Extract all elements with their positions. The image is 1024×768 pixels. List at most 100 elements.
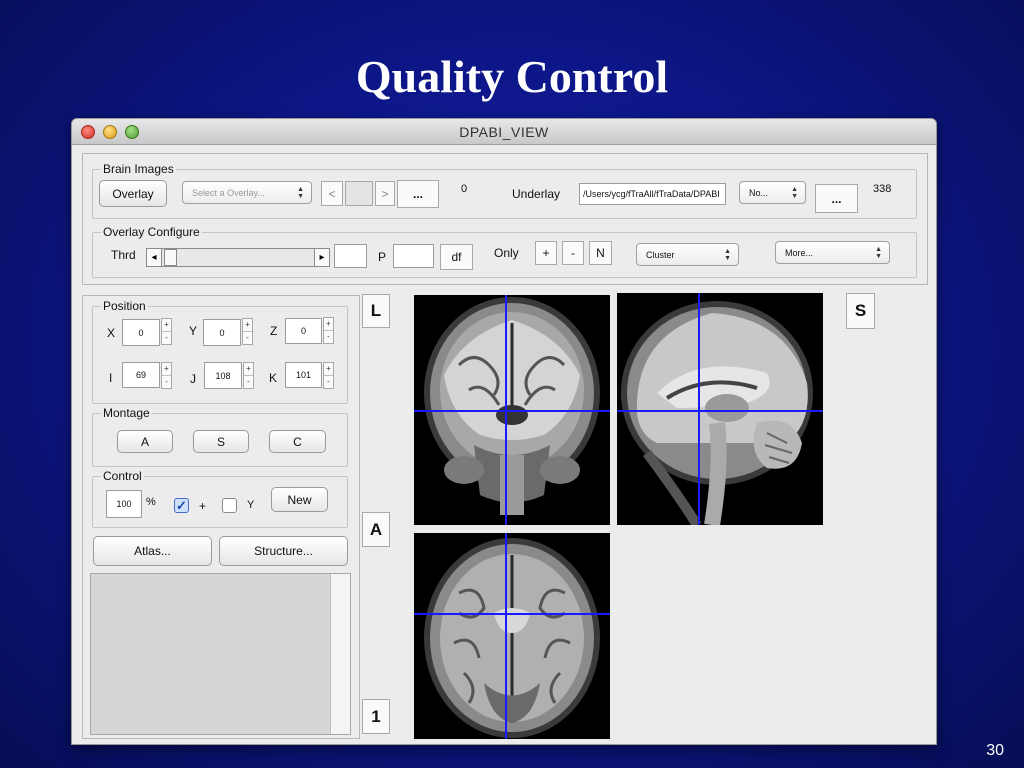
montage-s-button[interactable]: S <box>193 430 249 453</box>
j-label: J <box>190 372 196 386</box>
p-input[interactable] <box>393 244 434 268</box>
only-plus-button[interactable]: + <box>535 241 557 265</box>
atlas-button[interactable]: Atlas... <box>93 536 212 566</box>
y-label: Y <box>189 324 198 338</box>
threshold-slider[interactable]: ◂ ▸ <box>146 248 330 267</box>
overlay-select-text: Select a Overlay... <box>192 187 265 198</box>
overlay-select[interactable]: Select a Overlay... ▲ ▼ <box>182 181 312 204</box>
i-label: I <box>109 371 113 385</box>
y-input[interactable]: 0 <box>203 319 241 346</box>
underlay-option-text: No... <box>749 187 769 198</box>
k-stepper[interactable]: + - <box>323 362 334 389</box>
control-label: Control <box>101 469 144 483</box>
k-stepper-down[interactable]: - <box>324 375 333 388</box>
cluster-select[interactable]: Cluster ▲ ▼ <box>636 243 739 266</box>
window-titlebar[interactable]: DPABI_VIEW <box>72 119 936 145</box>
j-input[interactable]: 108 <box>204 362 242 389</box>
slider-thumb[interactable] <box>164 249 177 266</box>
overlay-prev-button[interactable]: < <box>321 181 343 206</box>
sagittal-brain-image <box>621 301 813 525</box>
i-stepper[interactable]: + - <box>161 362 172 389</box>
j-stepper-down[interactable]: - <box>244 375 253 388</box>
left-panel: Position X 0 + - Y 0 + - Z 0 + - I 69 + - J … <box>82 295 360 739</box>
underlay-path-field[interactable]: /Users/ycg/fTraAll/fTraData/DPABI <box>579 183 726 205</box>
overlay-button[interactable]: Overlay <box>99 180 167 207</box>
overlay-index-value: 0 <box>461 183 468 195</box>
y-stepper-down[interactable]: - <box>243 331 252 344</box>
montage-group: Montage A S C <box>92 406 348 467</box>
coronal-view[interactable] <box>414 295 610 525</box>
listbox-scrollbar[interactable] <box>330 574 350 734</box>
overlay-index-field[interactable] <box>345 181 373 206</box>
montage-a-button[interactable]: A <box>117 430 173 453</box>
sagittal-view[interactable] <box>617 293 823 525</box>
j-stepper-up[interactable]: + <box>244 363 253 375</box>
x-stepper-up[interactable]: + <box>162 319 171 331</box>
underlay-count: 338 <box>873 183 892 195</box>
y-checkbox-label: Y <box>247 499 255 511</box>
select-arrows-icon: ▲ ▼ <box>875 245 882 260</box>
k-label: K <box>269 371 278 385</box>
y-checkbox[interactable] <box>222 498 237 513</box>
percent-input[interactable]: 100 <box>106 490 142 518</box>
only-label: Only <box>494 246 519 260</box>
select-arrows-icon: ▲ ▼ <box>297 185 304 200</box>
sagittal-crosshair-vertical <box>698 293 700 525</box>
slide-title: Quality Control <box>355 51 669 102</box>
new-button[interactable]: New <box>271 487 328 512</box>
slider-right-arrow-icon[interactable]: ▸ <box>314 249 329 266</box>
underlay-label: Underlay <box>512 187 561 201</box>
z-input[interactable]: 0 <box>285 318 322 344</box>
axial-crosshair-vertical <box>505 533 507 739</box>
more-select[interactable]: More... ▲ ▼ <box>775 241 890 264</box>
overlay-next-button[interactable]: > <box>375 181 395 206</box>
cluster-select-text: Cluster <box>646 249 675 260</box>
select-arrows-icon: ▲ ▼ <box>724 247 731 262</box>
axial-brain-image <box>424 538 600 738</box>
structure-button[interactable]: Structure... <box>219 536 348 566</box>
more-select-text: More... <box>785 247 814 258</box>
brain-images-label: Brain Images <box>101 162 176 176</box>
plus-checkbox[interactable]: ✓ <box>174 498 189 513</box>
z-label: Z <box>270 324 278 338</box>
i-input[interactable]: 69 <box>122 362 160 388</box>
overlay-configure-label: Overlay Configure <box>101 225 202 239</box>
info-listbox[interactable] <box>90 573 351 735</box>
z-stepper[interactable]: + - <box>323 317 334 344</box>
z-stepper-up[interactable]: + <box>324 318 333 330</box>
top-panel: Brain Images Overlay Select a Overlay...… <box>82 153 928 285</box>
percent-label: % <box>146 496 156 508</box>
underlay-option-select[interactable]: No... ▲ ▼ <box>739 181 806 204</box>
montage-c-button[interactable]: C <box>269 430 326 453</box>
plus-checkbox-label: + <box>199 499 207 513</box>
orient-1-button[interactable]: 1 <box>362 699 390 734</box>
p-label: P <box>378 250 387 264</box>
orient-a-button[interactable]: A <box>362 512 390 547</box>
window-title: DPABI_VIEW <box>459 124 549 140</box>
df-button[interactable]: df <box>440 244 473 270</box>
y-stepper[interactable]: + - <box>242 318 253 345</box>
orient-l-button[interactable]: L <box>362 294 390 328</box>
k-input[interactable]: 101 <box>285 362 322 388</box>
z-stepper-down[interactable]: - <box>324 330 333 343</box>
j-stepper[interactable]: + - <box>243 362 254 389</box>
underlay-browse-button[interactable]: ... <box>815 184 858 213</box>
only-minus-button[interactable]: - <box>562 241 584 265</box>
overlay-browse-button[interactable]: ... <box>397 180 439 208</box>
only-n-button[interactable]: N <box>589 241 612 265</box>
select-arrows-icon: ▲ ▼ <box>791 185 798 200</box>
i-stepper-down[interactable]: - <box>162 375 171 388</box>
y-stepper-up[interactable]: + <box>243 319 252 331</box>
i-stepper-up[interactable]: + <box>162 363 171 375</box>
position-label: Position <box>101 299 148 313</box>
k-stepper-up[interactable]: + <box>324 363 333 375</box>
thrd-input[interactable] <box>334 244 367 268</box>
slide-page-number: 30 <box>986 742 1004 759</box>
sagittal-crosshair-horizontal <box>617 410 823 412</box>
x-input[interactable]: 0 <box>122 319 160 346</box>
slider-left-arrow-icon[interactable]: ◂ <box>147 249 162 266</box>
x-stepper[interactable]: + - <box>161 318 172 345</box>
orient-s-button[interactable]: S <box>846 293 875 329</box>
x-stepper-down[interactable]: - <box>162 331 171 344</box>
axial-view[interactable] <box>414 533 610 739</box>
